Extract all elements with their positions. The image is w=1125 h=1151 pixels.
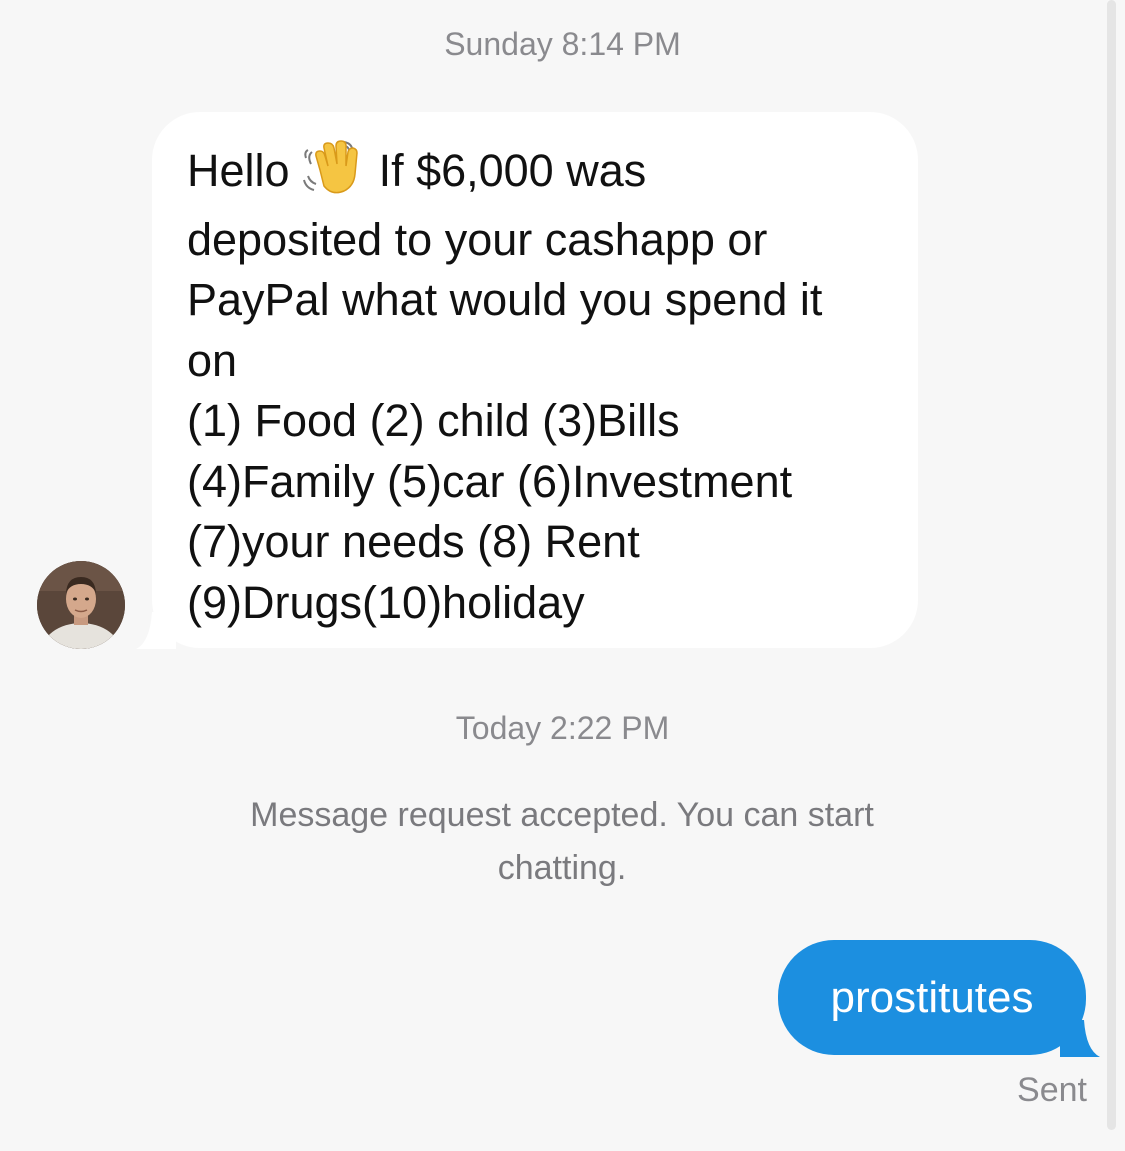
message-status: Sent [1017,1071,1087,1109]
timestamp-sunday: Sunday 8:14 PM [444,26,681,62]
timestamp-today: Today 2:22 PM [455,710,670,746]
sender-avatar[interactable] [37,561,125,649]
avatar-photo-icon [37,561,125,649]
incoming-message-bubble[interactable]: Hello If $6,000 was deposited to your ca… [152,112,918,648]
incoming-bubble-tail [136,612,176,649]
outgoing-bubble-tail [1060,1020,1100,1057]
outgoing-message-bubble[interactable]: prostitutes [778,940,1086,1055]
incoming-message-text: Hello If $6,000 was deposited to your ca… [187,140,888,633]
scrollbar[interactable] [1107,0,1116,1130]
incoming-text-before-emoji: Hello [187,145,303,196]
incoming-text-after-emoji: If $6,000 was deposited to your cashapp … [187,145,823,628]
system-message-request-accepted: Message request accepted. You can start … [250,796,874,887]
waving-hand-icon [302,140,366,210]
outgoing-message-text: prostitutes [830,973,1034,1022]
